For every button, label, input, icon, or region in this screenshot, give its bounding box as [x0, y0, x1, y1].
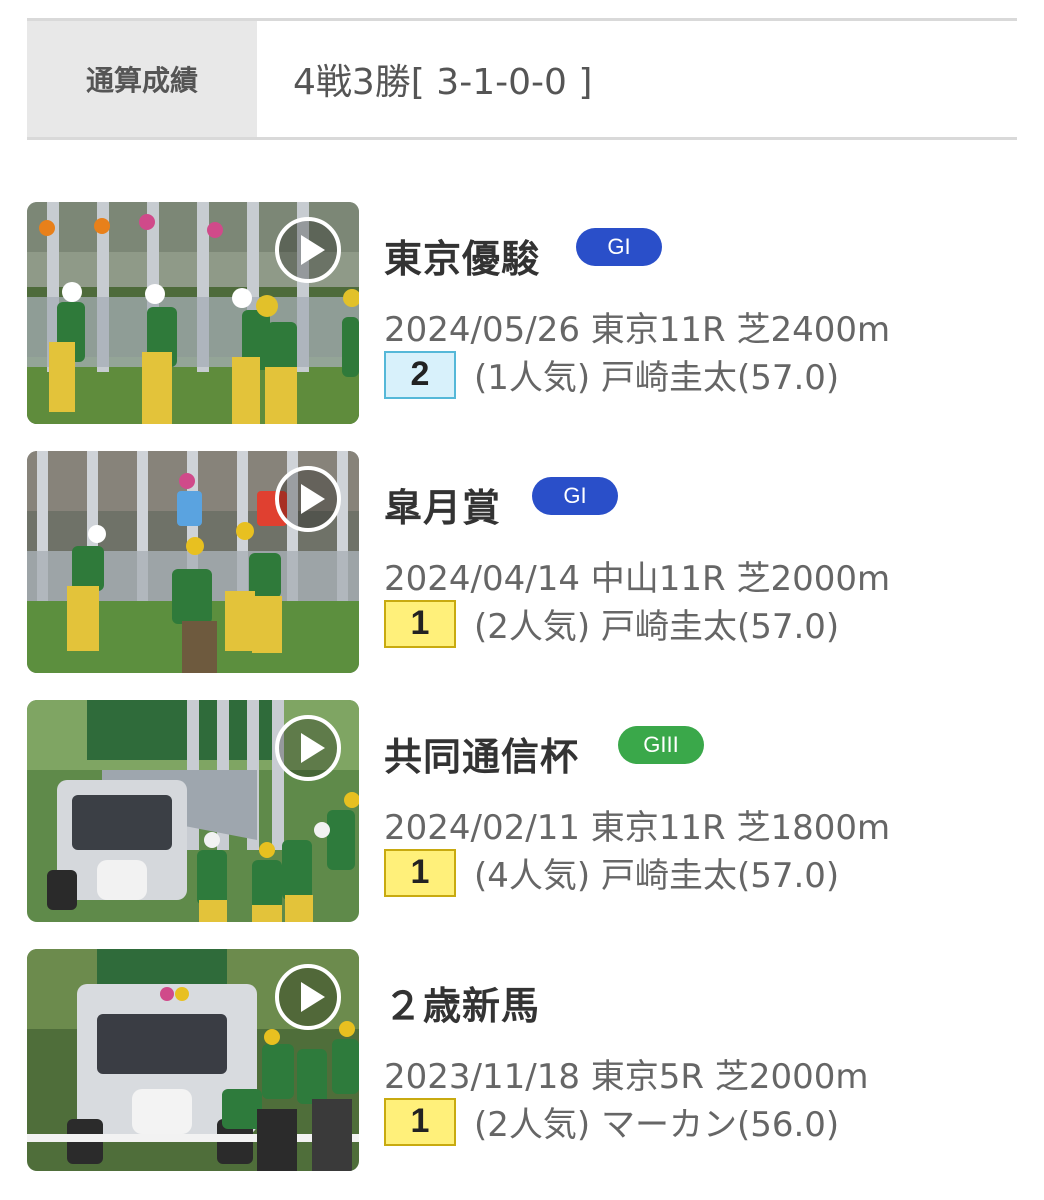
result-row: 1 (4人気) 戸崎圭太(57.0) [384, 848, 839, 897]
race-entry[interactable]: ２歳新馬 2023/11/18 東京5R 芝2000m 1 (2人気) マーカン… [27, 949, 1017, 1171]
grade-badge: GI [532, 477, 618, 515]
career-summary: 通算成績 4戦3勝[ 3-1-0-0 ] [27, 18, 1017, 140]
race-info: 2024/04/14 中山11R 芝2000m [384, 559, 891, 599]
race-name[interactable]: ２歳新馬 [384, 975, 540, 1030]
grade-badge: GI [576, 228, 662, 266]
race-video-thumbnail[interactable] [27, 202, 359, 424]
race-video-thumbnail[interactable] [27, 700, 359, 922]
race-video-thumbnail[interactable] [27, 949, 359, 1171]
grade-badge: GIII [618, 726, 704, 764]
finish-position-badge: 2 [384, 350, 456, 399]
result-detail: (4人気) 戸崎圭太(57.0) [474, 856, 840, 896]
play-icon[interactable] [275, 715, 341, 781]
race-entry[interactable]: 東京優駿 GI 2024/05/26 東京11R 芝2400m 2 (1人気) … [27, 202, 1017, 424]
result-row: 1 (2人気) マーカン(56.0) [384, 1097, 839, 1146]
result-detail: (2人気) マーカン(56.0) [474, 1105, 840, 1145]
race-entry[interactable]: 共同通信杯 GIII 2024/02/11 東京11R 芝1800m 1 (4人… [27, 700, 1017, 922]
play-icon[interactable] [275, 964, 341, 1030]
race-name[interactable]: 皐月賞 [384, 477, 501, 532]
race-name[interactable]: 東京優駿 [384, 228, 540, 283]
result-row: 2 (1人気) 戸崎圭太(57.0) [384, 350, 839, 399]
race-video-thumbnail[interactable] [27, 451, 359, 673]
race-name[interactable]: 共同通信杯 [384, 726, 579, 781]
race-info: 2024/05/26 東京11R 芝2400m [384, 310, 891, 350]
finish-position-badge: 1 [384, 848, 456, 897]
race-info: 2023/11/18 東京5R 芝2000m [384, 1057, 869, 1097]
race-info: 2024/02/11 東京11R 芝1800m [384, 808, 891, 848]
result-row: 1 (2人気) 戸崎圭太(57.0) [384, 599, 839, 648]
play-icon[interactable] [275, 217, 341, 283]
finish-position-badge: 1 [384, 1097, 456, 1146]
race-entry[interactable]: 皐月賞 GI 2024/04/14 中山11R 芝2000m 1 (2人気) 戸… [27, 451, 1017, 673]
career-summary-value: 4戦3勝[ 3-1-0-0 ] [293, 62, 593, 103]
result-detail: (2人気) 戸崎圭太(57.0) [474, 607, 840, 647]
career-summary-label: 通算成績 [27, 21, 257, 137]
result-detail: (1人気) 戸崎圭太(57.0) [474, 358, 840, 398]
play-icon[interactable] [275, 466, 341, 532]
finish-position-badge: 1 [384, 599, 456, 648]
